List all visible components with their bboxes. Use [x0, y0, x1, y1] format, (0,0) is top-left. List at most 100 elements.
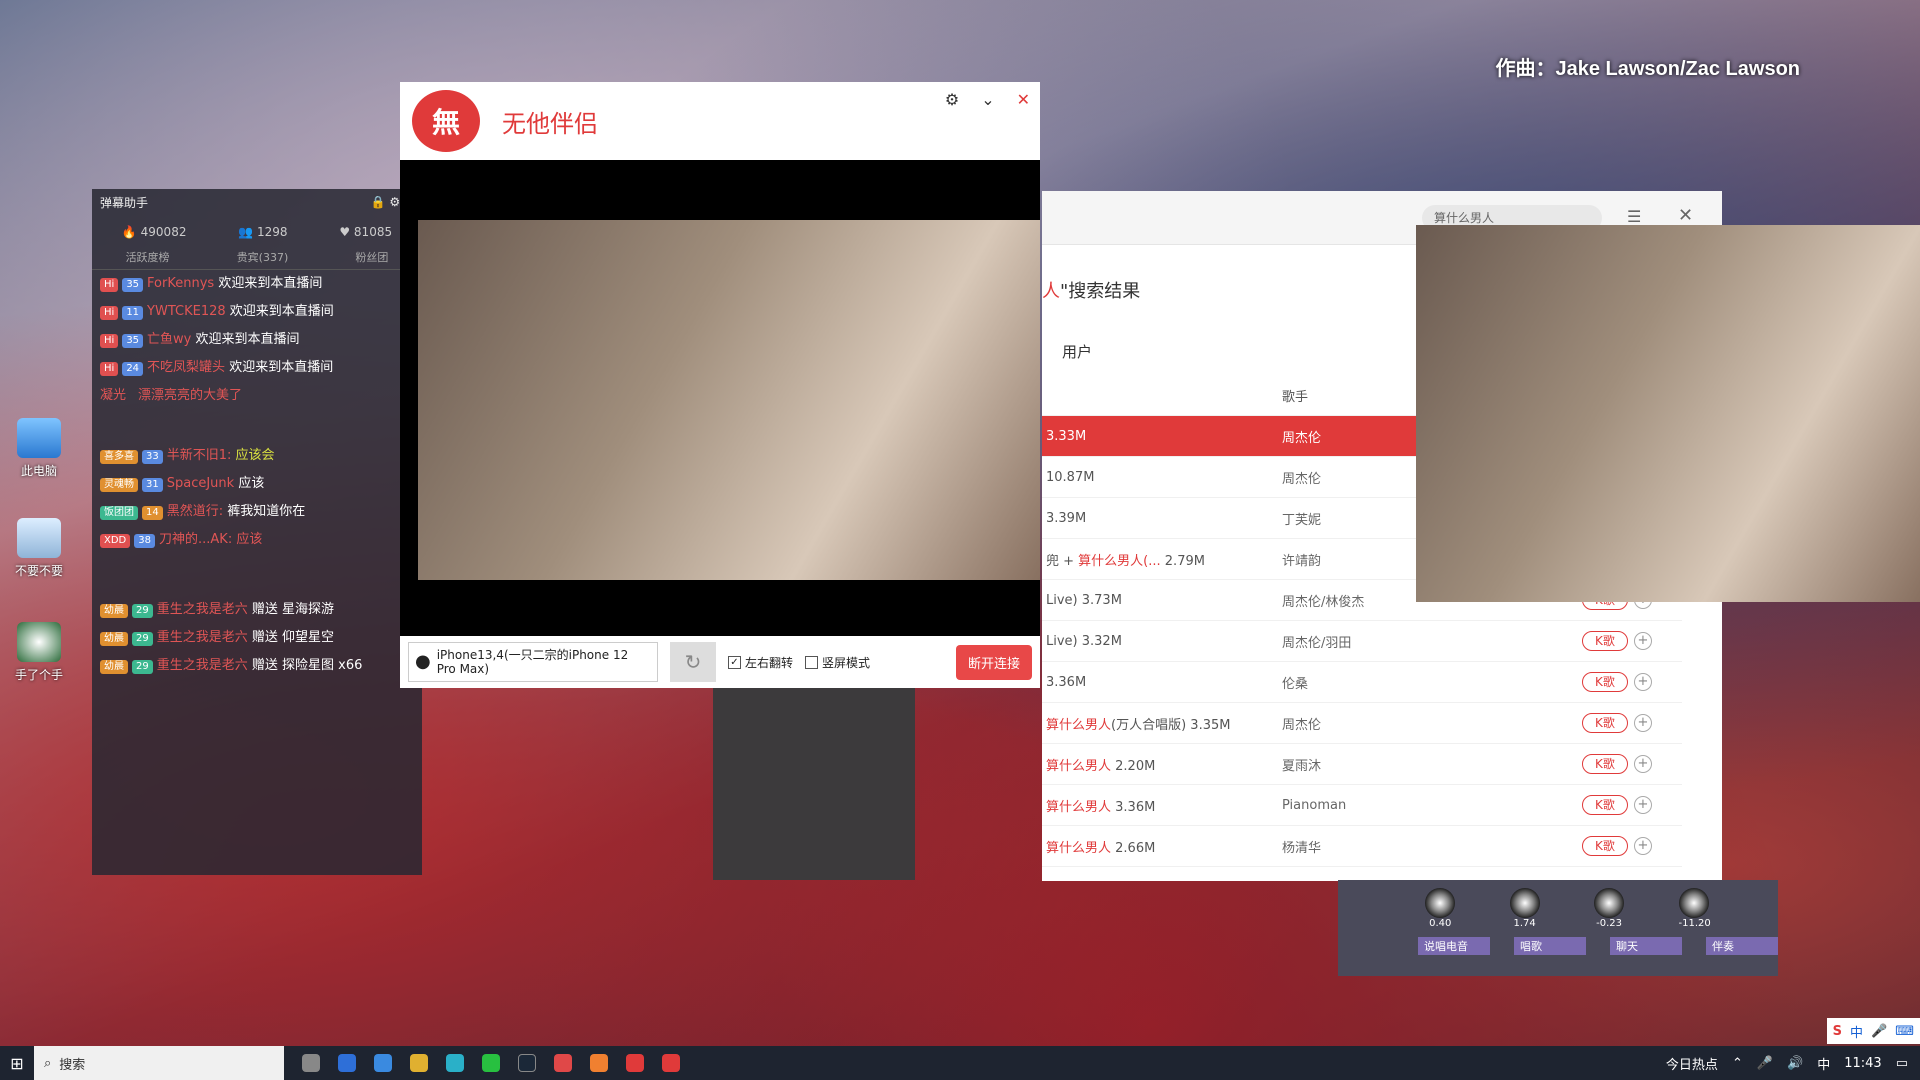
search-result-heading: 人"搜索结果	[1042, 281, 1141, 302]
add-icon[interactable]: +	[1634, 714, 1652, 732]
k-song-button[interactable]: K歌	[1582, 713, 1628, 733]
desktop-icon-label: 不要不要	[14, 564, 63, 578]
volume-icon[interactable]: 🔊	[1787, 1056, 1803, 1071]
mixer-channel-label: 伴奏	[1706, 937, 1778, 955]
mic-icon[interactable]: 🎤	[1757, 1056, 1773, 1071]
app-avatar-icon	[17, 622, 61, 662]
ime-language[interactable]: 中	[1850, 1022, 1863, 1041]
explorer-icon[interactable]	[410, 1054, 428, 1072]
tab-activity[interactable]: 活跃度榜	[126, 249, 170, 265]
edge-icon[interactable]	[446, 1054, 464, 1072]
add-icon[interactable]: +	[1634, 673, 1652, 691]
list-item: Hi 35 ForKennys 欢迎来到本直播间	[92, 270, 422, 298]
k-song-button[interactable]: K歌	[1582, 754, 1628, 774]
add-icon[interactable]: +	[1634, 755, 1652, 773]
windows-start-icon[interactable]: ⊞	[0, 1054, 34, 1073]
steam-icon[interactable]	[518, 1054, 536, 1072]
apple-icon: ●	[415, 651, 431, 672]
danmaku-message-list: Hi 35 ForKennys 欢迎来到本直播间 Hi 11 YWTCKE128 欢迎来…	[92, 270, 422, 680]
list-item: Hi 35 亡鱼wy 欢迎来到本直播间	[92, 326, 422, 354]
menu-icon[interactable]: ☰	[1627, 207, 1641, 226]
netease-music-icon[interactable]	[626, 1054, 644, 1072]
knob-icon[interactable]	[1425, 888, 1456, 918]
heart-icon: ♥	[339, 225, 351, 239]
table-row[interactable]: 算什么男人 3.36M Pianoman K歌 +	[1042, 785, 1682, 826]
list-item: 喜多喜 33 半新不旧1: 应该会	[92, 442, 422, 470]
song-singer: 伦桑	[1282, 676, 1309, 692]
k-song-button[interactable]: K歌	[1582, 672, 1628, 692]
lock-icon[interactable]: 🔒	[371, 195, 386, 209]
danmaku-tabs: 活跃度榜 贵宾(337) 粉丝团	[92, 245, 422, 270]
tab-users[interactable]: 用户	[1062, 341, 1092, 362]
knob-icon[interactable]	[1594, 888, 1625, 918]
add-icon[interactable]: +	[1634, 632, 1652, 650]
song-title: 算什么男人 3.36M	[1046, 799, 1156, 815]
list-item: 幼晨 29 重生之我是老六 赠送 星海探游	[92, 596, 422, 624]
gear-icon[interactable]: ⚙	[389, 195, 400, 209]
song-title: 算什么男人 2.20M	[1046, 758, 1156, 774]
like-count: 81085	[353, 225, 393, 239]
song-singer: 夏雨沐	[1282, 758, 1322, 774]
store-icon[interactable]	[338, 1054, 356, 1072]
song-singer: Pianoman	[1282, 797, 1347, 813]
add-icon[interactable]: +	[1634, 796, 1652, 814]
clock[interactable]: 11:43	[1844, 1056, 1881, 1071]
danmaku-panel: 弹幕助手 🔒 ⚙ ✕ 🔥 490082 👥 1298 ♥ 81085 活跃度榜 …	[92, 189, 422, 875]
desktop-icon-label: 手了个手	[14, 668, 63, 682]
task-view-icon[interactable]	[302, 1054, 320, 1072]
desktop-icon-recycle[interactable]: 不要不要	[8, 518, 70, 579]
tab-vip[interactable]: 贵宾(337)	[237, 249, 289, 265]
system-tray: 今日热点 ⌃ 🎤 🔊 中 11:43 ▭	[1666, 1054, 1920, 1073]
ime-toolbar[interactable]: S 中 🎤 ⌨	[1826, 1018, 1920, 1044]
song-singer: 杨清华	[1282, 840, 1322, 856]
refresh-icon: ↻	[684, 650, 702, 674]
danmaku-stats: 🔥 490082 👥 1298 ♥ 81085	[92, 215, 422, 245]
app-icon[interactable]	[554, 1054, 572, 1072]
song-singer: 周杰伦/羽田	[1282, 635, 1352, 651]
table-row[interactable]: 算什么男人 2.20M 夏雨沐 K歌 +	[1042, 744, 1682, 785]
knob-icon[interactable]	[1678, 888, 1709, 918]
camera-controls: ● iPhone13,4(一只二宗的iPhone 12 Pro Max) ↻ ✓…	[400, 636, 1040, 688]
notification-icon[interactable]: ▭	[1896, 1056, 1908, 1071]
refresh-button[interactable]: ↻	[670, 642, 716, 682]
table-row[interactable]: 算什么男人(万人合唱版) 3.35M 周杰伦 K歌 +	[1042, 703, 1682, 744]
portrait-checkbox[interactable]: 竖屏模式	[805, 654, 870, 671]
add-icon[interactable]: +	[1634, 837, 1652, 855]
app-icon[interactable]	[590, 1054, 608, 1072]
tab-fans[interactable]: 粉丝团	[355, 249, 388, 265]
list-item: 凝光ㅤ漂漂亮亮的大美了	[100, 388, 242, 403]
flip-checkbox[interactable]: ✓ 左右翻转	[728, 654, 793, 671]
list-item: XDD 38 刀神的...AK: 应该	[92, 526, 422, 596]
hot-news-button[interactable]: 今日热点	[1666, 1054, 1718, 1073]
mic-icon[interactable]: 🎤	[1871, 1024, 1887, 1039]
k-song-button[interactable]: K歌	[1582, 795, 1628, 815]
camera-preview-secondary	[1416, 225, 1920, 602]
close-icon[interactable]: ✕	[1017, 90, 1030, 109]
table-row[interactable]: Live) 3.32M 周杰伦/羽田 K歌 +	[1042, 621, 1682, 662]
wechat-icon[interactable]	[482, 1054, 500, 1072]
k-song-button[interactable]: K歌	[1582, 836, 1628, 856]
chevron-down-icon[interactable]: ⌄	[981, 90, 994, 109]
wutaa-icon[interactable]	[662, 1054, 680, 1072]
ime-indicator[interactable]: 中	[1817, 1054, 1830, 1073]
gear-icon[interactable]: ⚙	[945, 90, 959, 109]
k-song-button[interactable]: K歌	[1582, 631, 1628, 651]
chevron-up-icon[interactable]: ⌃	[1732, 1056, 1743, 1071]
disconnect-button[interactable]: 断开连接	[955, 644, 1032, 680]
computer-icon	[17, 418, 61, 458]
table-row[interactable]: 算什么男人 2.66M 杨清华 K歌 +	[1042, 826, 1682, 867]
users-icon: 👥	[238, 225, 254, 239]
camera-app-window: 無 无他伴侣 ⚙ ⌄ ✕ ● iPhone13,4(一只二宗的iPhone 12…	[400, 82, 1040, 688]
mail-icon[interactable]	[374, 1054, 392, 1072]
list-item: 灵魂畅 31 SpaceJunk 应该	[92, 470, 422, 498]
desktop-icon-this-pc[interactable]: 此电脑	[8, 418, 70, 479]
table-row[interactable]: 3.36M 伦桑 K歌 +	[1042, 662, 1682, 703]
song-title: 算什么男人(万人合唱版) 3.35M	[1046, 717, 1231, 733]
taskbar-search[interactable]: ⌕ 搜索	[34, 1046, 284, 1080]
knob-icon[interactable]	[1509, 888, 1540, 918]
device-select[interactable]: ● iPhone13,4(一只二宗的iPhone 12 Pro Max)	[408, 642, 658, 682]
close-icon[interactable]: ✕	[1678, 205, 1693, 226]
list-item: 幼晨 29 重生之我是老六 赠送 探险星图 x66	[92, 652, 422, 680]
keyboard-icon[interactable]: ⌨	[1895, 1024, 1914, 1039]
desktop-icon-app[interactable]: 手了个手	[8, 622, 70, 683]
